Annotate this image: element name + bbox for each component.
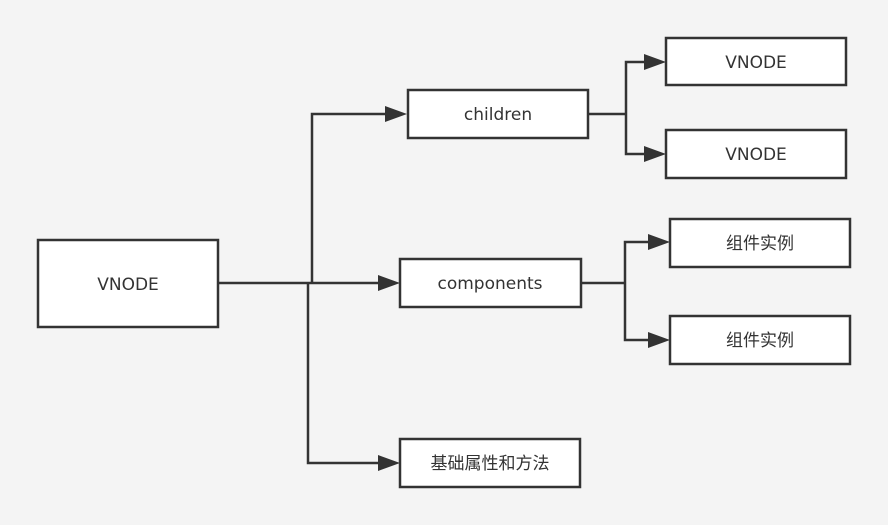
node-components-label: components [437, 274, 542, 294]
tree-diagram: VNODE children VNODE VNODE components 组件… [36, 36, 852, 489]
node-component-instance-2-label: 组件实例 [726, 331, 794, 351]
node-component-instance-1-label: 组件实例 [726, 234, 794, 254]
node-child-vnode-2: VNODE [664, 128, 848, 180]
node-basic-props: 基础属性和方法 [398, 437, 582, 489]
edge-trunk-to-children [310, 112, 390, 283]
node-basic-props-label: 基础属性和方法 [431, 454, 550, 474]
arrow-instance-1 [648, 234, 670, 250]
node-children: children [406, 88, 590, 140]
node-child-vnode-2-label: VNODE [725, 145, 787, 165]
arrow-children [385, 106, 407, 122]
arrow-instance-2 [648, 332, 670, 348]
arrow-vnode-1 [644, 54, 666, 70]
arrow-basic-props [378, 455, 400, 471]
node-root-vnode: VNODE [36, 238, 220, 329]
arrow-vnode-2 [644, 146, 666, 162]
node-component-instance-1: 组件实例 [668, 217, 852, 269]
node-root-vnode-label: VNODE [97, 275, 159, 295]
edge-branch-to-vnode-1 [624, 60, 650, 114]
arrow-components [378, 275, 400, 291]
node-component-instance-2: 组件实例 [668, 314, 852, 366]
node-child-vnode-1-label: VNODE [725, 53, 787, 73]
edge-branch-to-instance-2 [623, 283, 655, 342]
node-child-vnode-1: VNODE [664, 36, 848, 87]
edge-trunk-to-basic-props [306, 283, 385, 465]
node-children-label: children [464, 105, 532, 125]
node-components: components [398, 257, 583, 309]
